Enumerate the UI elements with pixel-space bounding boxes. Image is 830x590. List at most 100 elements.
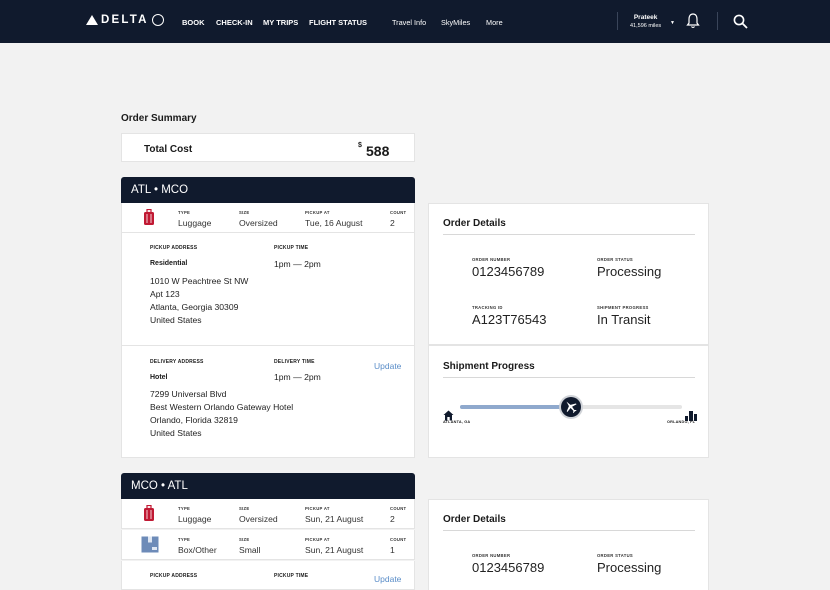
shipment-item-row: TYPE Luggage SIZE Oversized PICKUP AT Su… [121,499,415,529]
item-count-value: 2 [390,514,395,524]
top-nav: DELTA BOOK CHECK-IN MY TRIPS FLIGHT STAT… [0,0,830,43]
pickup-address-label: PICKUP ADDRESS [150,573,198,579]
order-summary-title: Order Summary [121,113,197,124]
item-size-value: Oversized [239,218,278,228]
item-size-value: Oversized [239,514,278,524]
item-pickup-label: PICKUP AT [305,210,330,215]
delivery-address: 7299 Universal Blvd Best Western Orlando… [150,388,293,440]
item-type-value: Luggage [178,514,212,524]
item-type: TYPE Luggage [178,506,211,524]
delta-logo[interactable]: DELTA [86,14,164,26]
address-line: Best Western Orlando Gateway Hotel [150,402,294,412]
order-status-value: Processing [597,560,662,575]
luggage-icon [143,208,155,231]
delivery-time-label: DELIVERY TIME [274,359,315,365]
address-line: United States [150,315,202,325]
order-number: ORDER NUMBER 0123456789 [472,553,544,575]
order-details-title: Order Details [443,218,506,229]
user-name: Prateek [633,14,658,21]
item-size-label: SIZE [239,537,250,542]
address-line: Atlanta, Georgia 30309 [150,302,239,312]
shipment-item-row: TYPE Box/Other SIZE Small PICKUP AT Sun,… [121,530,415,560]
order-details-title: Order Details [443,514,506,525]
item-size: SIZE Oversized [239,210,278,228]
currency-symbol: $ [358,142,362,149]
globe-icon [151,14,164,26]
bell-icon[interactable] [686,13,700,34]
order-status-label: ORDER STATUS [597,257,634,262]
order-details-card: Order Details ORDER NUMBER 0123456789 OR… [428,203,709,345]
delivery-place: Hotel [150,374,168,381]
box-icon [141,536,159,558]
item-size-label: SIZE [239,210,250,215]
item-type-label: TYPE [178,210,191,215]
shipment-progress-fill [460,405,571,409]
pickup-section: PICKUP ADDRESS PICKUP TIME Update [121,561,415,590]
order-details-card: Order Details ORDER NUMBER 0123456789 OR… [428,499,709,590]
user-menu[interactable]: Prateek 41,596 miles [630,14,661,30]
order-number-label: ORDER NUMBER [472,257,511,262]
nav-skymiles[interactable]: SkyMiles [441,18,470,27]
total-cost-card: Total Cost $ 588 [121,133,415,162]
delivery-address-label: DELIVERY ADDRESS [150,359,204,365]
route-label: ATL • MCO [131,184,189,196]
address-line: Apt 123 [150,289,180,299]
divider [443,377,695,378]
luggage-icon [143,504,155,527]
address-line: 1010 W Peachtree St NW [150,276,249,286]
pickup-time-label: PICKUP TIME [274,245,309,251]
order-number-value: 0123456789 [472,560,545,575]
item-type-label: TYPE [178,506,191,511]
search-icon[interactable] [733,14,748,34]
nav-book[interactable]: BOOK [182,18,205,27]
item-size: SIZE Oversized [239,506,278,524]
order-number-value: 0123456789 [472,264,545,279]
airplane-icon [559,395,583,419]
address-line: United States [150,428,202,438]
item-count: COUNT 1 [390,537,406,555]
order-status-label: ORDER STATUS [597,553,634,558]
order-status: ORDER STATUS Processing [597,257,661,279]
nav-more[interactable]: More [486,18,503,27]
item-pickup: PICKUP AT Sun, 21 August [305,506,363,524]
tracking-id-label: TRACKING ID [472,305,503,310]
chevron-down-icon[interactable]: ▼ [670,20,675,26]
nav-divider [717,12,718,30]
update-link[interactable]: Update [374,574,401,584]
item-size-label: SIZE [239,506,250,511]
item-pickup: PICKUP AT Tue, 16 August [305,210,363,228]
item-pickup-label: PICKUP AT [305,537,330,542]
item-count: COUNT 2 [390,210,406,228]
item-pickup-value: Tue, 16 August [305,218,363,228]
nav-flight-status[interactable]: FLIGHT STATUS [309,18,367,27]
nav-travel-info[interactable]: Travel Info [392,18,426,27]
shipment-item-row: TYPE Luggage SIZE Oversized PICKUP AT Tu… [121,203,415,233]
route-header: MCO • ATL [121,473,415,499]
shipment-progress-value: In Transit [597,312,651,327]
pickup-time: 1pm — 2pm [274,259,321,269]
address-line: 7299 Universal Blvd [150,389,227,399]
item-pickup-value: Sun, 21 August [305,514,364,524]
item-count-value: 1 [390,545,395,555]
total-cost-label: Total Cost [144,144,193,155]
divider [443,234,695,235]
brand-name: DELTA [101,14,149,26]
order-status: ORDER STATUS Processing [597,553,661,575]
pickup-address: 1010 W Peachtree St NW Apt 123 Atlanta, … [150,275,248,327]
item-type: TYPE Box/Other [178,537,217,555]
route-label: MCO • ATL [131,480,188,492]
item-count-value: 2 [390,218,395,228]
tracking-id-value: A123T76543 [472,312,547,327]
item-type-value: Luggage [178,218,212,228]
update-link[interactable]: Update [374,361,401,371]
item-type: TYPE Luggage [178,210,211,228]
nav-check-in[interactable]: CHECK-IN [216,18,253,27]
item-count-label: COUNT [390,506,407,511]
tracking-id: TRACKING ID A123T76543 [472,305,546,327]
delivery-section: DELIVERY ADDRESS DELIVERY TIME Update Ho… [121,346,415,458]
divider [443,530,695,531]
item-pickup-label: PICKUP AT [305,506,330,511]
nav-my-trips[interactable]: MY TRIPS [263,18,298,27]
shipment-progress-status: SHIPMENT PROGRESS In Transit [597,305,650,327]
item-count: COUNT 2 [390,506,406,524]
